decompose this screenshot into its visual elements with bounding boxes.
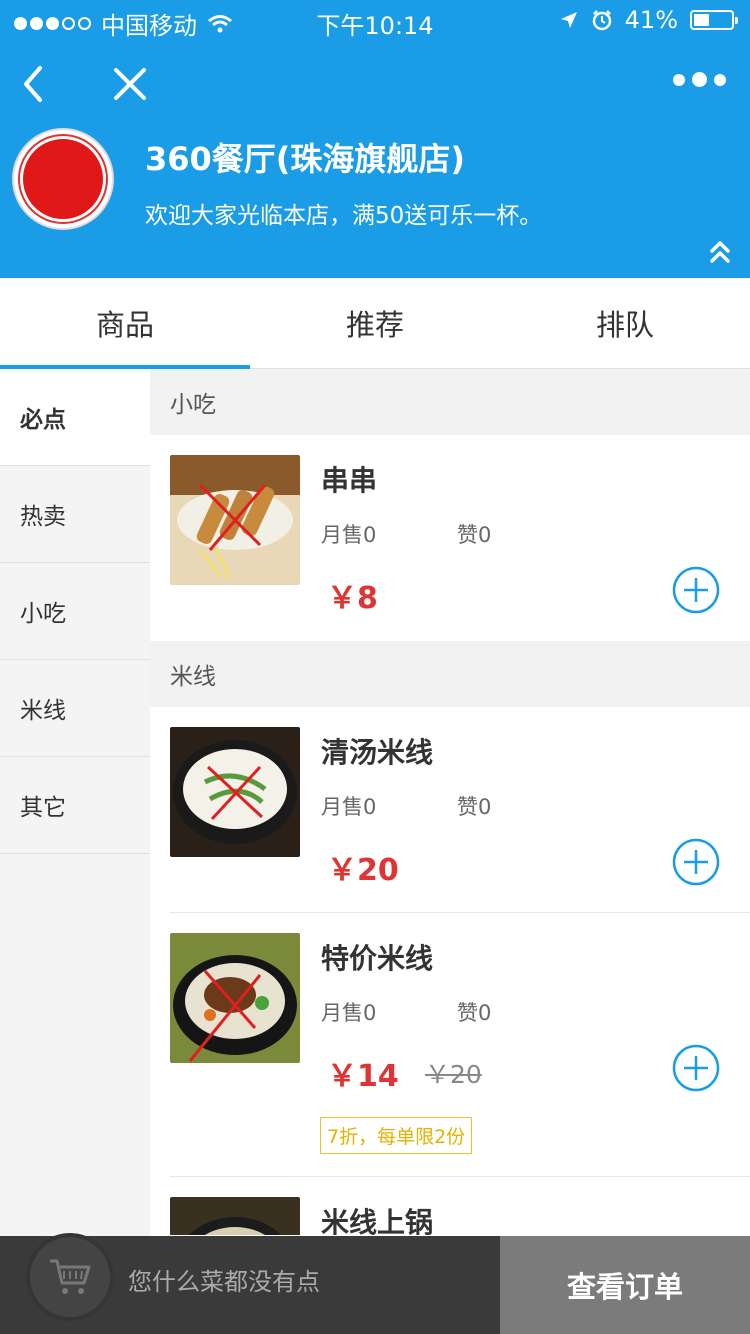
menu-item: 米线上锅 — [170, 1177, 750, 1235]
item-price: ￥14 — [327, 1059, 399, 1094]
status-right: 41% — [559, 6, 738, 34]
menu-item: 串串 月售0 赞0 ￥8 — [170, 435, 750, 641]
add-to-cart-icon[interactable] — [672, 838, 720, 886]
add-to-cart-icon[interactable] — [672, 566, 720, 614]
battery-icon — [690, 10, 738, 30]
sidebar-item-snacks[interactable]: 小吃 — [0, 563, 150, 660]
tab-recommend[interactable]: 推荐 — [250, 278, 500, 368]
item-name: 串串 — [321, 464, 378, 497]
shop-header: 中国移动 下午10:14 41% 360餐厅(珠海旗舰店) 欢迎大家光临本店，满… — [0, 0, 750, 278]
item-name: 米线上锅 — [321, 1206, 434, 1235]
category-sidebar: 必点 热卖 小吃 米线 其它 — [0, 369, 150, 1239]
food-image — [170, 1197, 300, 1235]
section-header-snacks: 小吃 — [150, 369, 750, 435]
cart-bar: 您什么菜都没有点 查看订单 — [0, 1233, 750, 1334]
tab-queue[interactable]: 排队 — [500, 278, 750, 368]
double-chevron-up-icon[interactable] — [708, 238, 732, 266]
location-arrow-icon — [560, 12, 577, 28]
shop-name: 360餐厅(珠海旗舰店) — [145, 140, 466, 178]
section-header-rice-noodles: 米线 — [150, 641, 750, 707]
item-likes: 赞0 — [457, 523, 492, 547]
item-monthly-sales: 月售0 — [321, 795, 377, 819]
menu-list[interactable]: 小吃 串串 月售0 赞0 ￥8 米线 清汤米线 月售0 赞0 ￥20 特价米线 … — [150, 369, 750, 1235]
tab-products[interactable]: 商品 — [0, 278, 250, 369]
sidebar-item-must-order[interactable]: 必点 — [0, 369, 150, 466]
food-image — [170, 933, 300, 1063]
sidebar-item-rice-noodles[interactable]: 米线 — [0, 660, 150, 757]
alarm-clock-icon — [592, 10, 611, 31]
item-monthly-sales: 月售0 — [321, 1001, 377, 1025]
tab-bar: 商品 推荐 排队 — [0, 278, 750, 369]
battery-percent: 41% — [624, 6, 678, 34]
sidebar-item-hot[interactable]: 热卖 — [0, 466, 150, 563]
shop-notice: 欢迎大家光临本店，满50送可乐一杯。 — [145, 203, 543, 229]
item-price: ￥8 — [327, 581, 378, 616]
menu-item: 特价米线 月售0 赞0 ￥14 ￥20 7折，每单限2份 — [170, 913, 750, 1177]
item-name: 清汤米线 — [321, 736, 434, 769]
menu-item: 清汤米线 月售0 赞0 ￥20 — [170, 707, 750, 913]
close-icon[interactable] — [108, 62, 152, 106]
food-image — [170, 727, 300, 857]
promo-badge: 7折，每单限2份 — [320, 1117, 473, 1154]
cart-empty-text: 您什么菜都没有点 — [128, 1268, 320, 1296]
item-name: 特价米线 — [321, 942, 434, 975]
sidebar-item-others[interactable]: 其它 — [0, 757, 150, 854]
item-monthly-sales: 月售0 — [321, 523, 377, 547]
view-order-button[interactable]: 查看订单 — [500, 1236, 750, 1334]
food-image — [170, 455, 300, 585]
more-options-icon[interactable] — [673, 72, 726, 87]
cart-button[interactable] — [26, 1233, 114, 1321]
item-price: ￥20 — [327, 853, 399, 888]
item-likes: 赞0 — [457, 1001, 492, 1025]
status-bar: 中国移动 下午10:14 41% — [0, 0, 750, 40]
shop-logo — [12, 128, 114, 230]
add-to-cart-icon[interactable] — [672, 1044, 720, 1092]
back-icon[interactable] — [16, 62, 56, 106]
shopping-cart-icon — [50, 1259, 91, 1294]
item-original-price: ￥20 — [425, 1060, 482, 1089]
item-likes: 赞0 — [457, 795, 492, 819]
